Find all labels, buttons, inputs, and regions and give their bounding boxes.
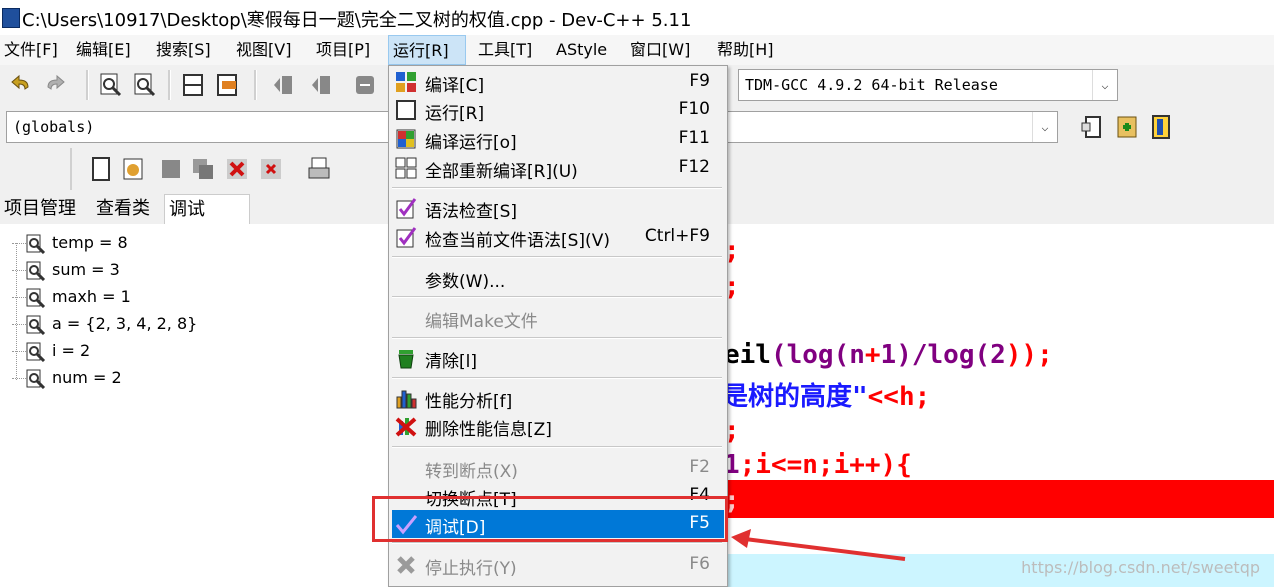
menu-item-clean[interactable]: 清除[l] <box>392 344 724 372</box>
tab-project-manager[interactable]: 项目管理 <box>0 194 80 224</box>
menu-window[interactable]: 窗口[W] <box>626 35 694 65</box>
find-icon[interactable] <box>98 72 124 98</box>
compile-grid-icon <box>395 71 417 93</box>
watch-item[interactable]: sum = 3 <box>12 260 120 287</box>
compile-run-icon <box>395 128 417 150</box>
watch-item[interactable]: i = 2 <box>12 341 90 368</box>
menu-astyle[interactable]: AStyle <box>552 35 611 65</box>
watch-item-label: i = 2 <box>52 341 91 360</box>
menu-edit[interactable]: 编辑[E] <box>72 35 135 65</box>
chevron-down-icon[interactable]: ⌵ <box>1092 70 1117 100</box>
open-file-icon[interactable] <box>120 156 146 182</box>
code-line: 是树的高度"<<h; <box>722 382 931 412</box>
menu-help[interactable]: 帮助[H] <box>713 35 778 65</box>
watermark-text: https://blog.csdn.net/sweetqp <box>1021 558 1260 577</box>
split-vertical-icon[interactable] <box>214 72 240 98</box>
menu-item-file-syntax-check[interactable]: 检查当前文件语法[S](V) Ctrl+F9 <box>392 223 724 251</box>
close-all-icon[interactable] <box>258 156 284 182</box>
watch-magnifier-icon <box>26 261 46 281</box>
watch-item[interactable]: num = 2 <box>12 368 122 395</box>
menu-item-syntax-check[interactable]: 语法检查[S] <box>392 194 724 222</box>
class-browser-icon[interactable] <box>1080 114 1106 140</box>
indent-icon[interactable] <box>270 72 296 98</box>
find-next-icon[interactable] <box>132 72 158 98</box>
split-horizontal-icon[interactable] <box>180 72 206 98</box>
rebuild-all-icon <box>395 157 417 179</box>
menu-item-compile[interactable]: 编译[C] F9 <box>392 68 724 96</box>
watch-item-label: sum = 3 <box>52 260 120 279</box>
callout-box <box>372 496 728 542</box>
breakpoint-line-highlight <box>728 480 1274 518</box>
tab-debug[interactable]: 调试 <box>164 194 250 225</box>
menu-file[interactable]: 文件[F] <box>0 35 62 65</box>
watch-magnifier-icon <box>26 342 46 362</box>
window-title: C:\Users\10917\Desktop\寒假每日一题\完全二叉树的权值.c… <box>22 10 692 31</box>
menu-separator <box>392 256 722 258</box>
clean-bin-icon <box>395 347 417 369</box>
new-file-icon[interactable] <box>88 156 114 182</box>
comment-icon[interactable] <box>352 72 378 98</box>
callout-arrow-icon <box>731 529 906 561</box>
tab-class-view[interactable]: 查看类 <box>92 194 154 224</box>
menu-item-rebuild-all[interactable]: 全部重新编译[R](U) F12 <box>392 154 724 182</box>
close-file-icon[interactable] <box>224 156 250 182</box>
watch-magnifier-icon <box>26 369 46 389</box>
devcpp-app-icon <box>2 8 20 28</box>
watch-item[interactable]: temp = 8 <box>12 233 128 260</box>
file-syntax-check-icon <box>395 226 417 248</box>
menu-run[interactable]: 运行[R] <box>388 35 466 65</box>
watch-item-label: num = 2 <box>52 368 122 387</box>
menu-separator <box>392 187 722 189</box>
run-window-icon <box>395 99 417 121</box>
delete-profile-icon <box>395 415 417 437</box>
menu-item-stop-execution[interactable]: 停止执行(Y) F6 <box>392 551 724 579</box>
menu-item-profile[interactable]: 性能分析[f] <box>392 384 724 412</box>
menu-separator <box>392 446 722 448</box>
toolbar-separator <box>254 70 257 100</box>
watch-magnifier-icon <box>26 288 46 308</box>
menu-separator <box>392 337 722 339</box>
menu-tools[interactable]: 工具[T] <box>474 35 536 65</box>
menu-item-run[interactable]: 运行[R] F10 <box>392 96 724 124</box>
watch-item[interactable]: a = {2, 3, 4, 2, 8} <box>12 314 197 341</box>
toolbar-separator <box>168 70 171 100</box>
code-line: 1;i<=n;i++){ <box>724 450 912 480</box>
watch-item-label: maxh = 1 <box>52 287 131 306</box>
menu-separator <box>392 377 722 379</box>
compiler-select[interactable]: TDM-GCC 4.9.2 64-bit Release ⌵ <box>738 69 1118 101</box>
undo-icon[interactable] <box>8 72 34 98</box>
save-icon[interactable] <box>158 156 184 182</box>
stop-x-icon <box>395 554 417 576</box>
watch-item[interactable]: maxh = 1 <box>12 287 131 314</box>
save-all-icon[interactable] <box>190 156 216 182</box>
code-line: eil(log(n+1)/log(2)); <box>724 340 1053 370</box>
watch-magnifier-icon <box>26 234 46 254</box>
menu-separator <box>392 542 722 544</box>
profile-chart-icon <box>395 387 417 409</box>
watch-item-label: temp = 8 <box>52 233 128 252</box>
watch-magnifier-icon <box>26 315 46 335</box>
unindent-icon[interactable] <box>308 72 334 98</box>
menu-separator <box>392 296 722 298</box>
menu-item-parameters[interactable]: 参数(W)... <box>392 264 724 292</box>
redo-icon[interactable] <box>42 72 68 98</box>
scope-select-value: (globals) <box>13 118 95 136</box>
bookmark-icon[interactable] <box>1148 114 1174 140</box>
print-icon[interactable] <box>306 156 332 182</box>
menu-item-delete-profile[interactable]: 删除性能信息[Z] <box>392 412 724 440</box>
menu-item-goto-breakpoint[interactable]: 转到断点(X) F2 <box>392 454 724 482</box>
menu-search[interactable]: 搜索[S] <box>152 35 215 65</box>
insert-icon[interactable] <box>1114 114 1140 140</box>
chevron-down-icon[interactable]: ⌵ <box>1032 112 1057 142</box>
toolbar-separator <box>86 70 89 100</box>
compiler-select-value: TDM-GCC 4.9.2 64-bit Release <box>745 76 998 94</box>
menu-item-compile-run[interactable]: 编译运行[o] F11 <box>392 125 724 153</box>
syntax-check-icon <box>395 197 417 219</box>
watch-item-label: a = {2, 3, 4, 2, 8} <box>52 314 198 333</box>
menu-view[interactable]: 视图[V] <box>232 35 295 65</box>
menu-item-edit-makefile[interactable]: 编辑Make文件 <box>392 304 724 332</box>
menu-project[interactable]: 项目[P] <box>312 35 374 65</box>
